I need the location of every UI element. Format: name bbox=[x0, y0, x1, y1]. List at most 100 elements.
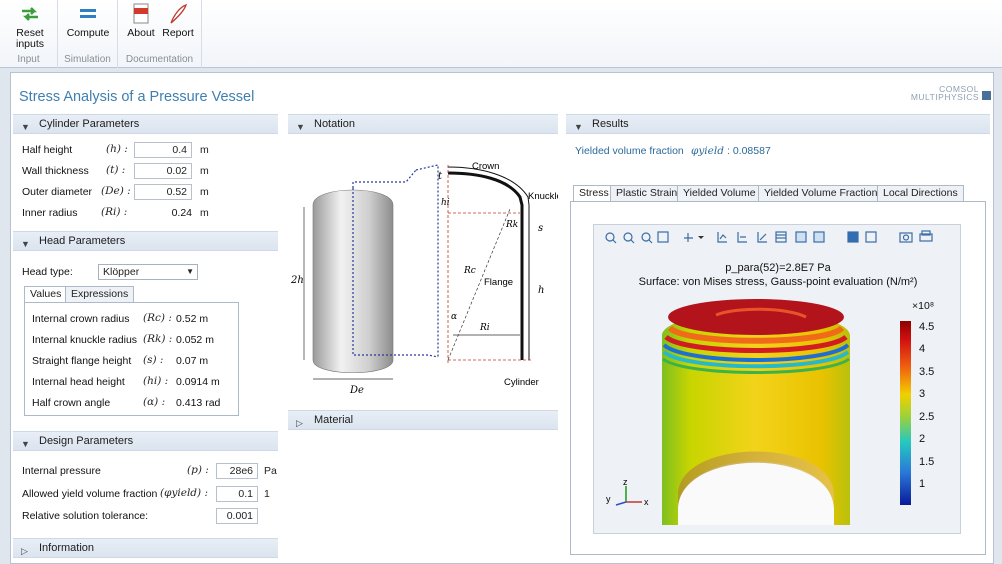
colorbar-tick-6: 1.5 bbox=[919, 456, 935, 468]
results-pane: p_para(52)=2.8E7 Pa Surface: von Mises s… bbox=[570, 201, 986, 555]
notation-diagram: 2h De Crown Knuckle Flange Cylinder t hi… bbox=[288, 135, 562, 405]
tolerance-input[interactable]: 0.001 bbox=[216, 508, 258, 524]
collapse-triangle-icon: ▼ bbox=[296, 122, 305, 132]
ribbon-group-label-documentation: Documentation bbox=[125, 54, 194, 65]
wall-thickness-unit: m bbox=[200, 165, 209, 177]
compute-label: Compute bbox=[66, 27, 110, 39]
ribbon-group-label-input: Input bbox=[17, 54, 40, 65]
outer-diameter-label: Outer diameter bbox=[22, 186, 93, 198]
plot-toolbar[interactable] bbox=[602, 229, 942, 247]
compute-button[interactable]: Compute bbox=[64, 0, 112, 39]
head-height-label: Internal head height bbox=[32, 376, 125, 388]
outer-diameter-unit: m bbox=[200, 186, 209, 198]
pressure-input[interactable]: 28e6 bbox=[216, 463, 258, 479]
wall-thickness-sym: (t) : bbox=[106, 164, 126, 176]
chevron-down-icon: ▼ bbox=[186, 267, 194, 276]
plot-title-1: p_para(52)=2.8E7 Pa bbox=[725, 262, 831, 274]
colorbar-tick-0: 4.5 bbox=[919, 321, 935, 333]
yield-fraction-sym: (φyield) : bbox=[160, 487, 209, 499]
yield-fraction-input[interactable]: 0.1 bbox=[216, 486, 258, 502]
colorbar-tick-2: 3.5 bbox=[919, 366, 935, 378]
crown-angle-value: 0.413 rad bbox=[176, 397, 221, 409]
axis-x-label: x bbox=[644, 497, 649, 507]
outer-diameter-sym: (De) : bbox=[101, 185, 131, 197]
axis-triad: z x y bbox=[606, 478, 649, 507]
ribbon-group-simulation: Compute Simulation bbox=[58, 0, 118, 68]
label-t: t bbox=[438, 171, 443, 182]
head-values-pane: Internal crown radius (Rc) : 0.52 m Inte… bbox=[24, 302, 239, 416]
tab-expressions[interactable]: Expressions bbox=[65, 286, 135, 303]
report-button[interactable]: Report bbox=[160, 0, 196, 39]
label-knuckle: Knuckle bbox=[528, 191, 558, 202]
flange-height-sym: (s) : bbox=[143, 354, 164, 366]
plot-window[interactable]: p_para(52)=2.8E7 Pa Surface: von Mises s… bbox=[593, 224, 961, 534]
collapse-triangle-icon: ▼ bbox=[574, 122, 583, 132]
notation-svg: 2h De Crown Knuckle Flange Cylinder t hi… bbox=[290, 161, 562, 396]
tab-local-directions[interactable]: Local Directions bbox=[877, 185, 964, 202]
colorbar bbox=[900, 321, 911, 505]
stress-surface-plot bbox=[662, 299, 850, 525]
section-information[interactable]: ▷ Information bbox=[13, 538, 278, 558]
ribbon-group-input: Reset inputs Input bbox=[0, 0, 58, 68]
crown-radius-value: 0.52 m bbox=[176, 313, 209, 325]
section-cylinder-parameters[interactable]: ▼ Cylinder Parameters bbox=[13, 114, 278, 134]
half-height-label: Half height bbox=[22, 144, 73, 156]
about-label: About bbox=[127, 27, 155, 39]
outer-diameter-input[interactable]: 0.52 bbox=[134, 184, 192, 200]
section-material[interactable]: ▷ Material bbox=[288, 410, 558, 430]
colorbar-multiplier: ×10⁸ bbox=[912, 300, 935, 312]
label-crown: Crown bbox=[472, 161, 499, 172]
tab-yielded-volume[interactable]: Yielded Volume bbox=[677, 185, 762, 202]
label-Rk: Rk bbox=[505, 220, 518, 230]
tab-yielded-volume-fraction[interactable]: Yielded Volume Fraction bbox=[758, 185, 884, 202]
section-notation[interactable]: ▼ Notation bbox=[288, 114, 558, 134]
label-Ri: Ri bbox=[479, 323, 490, 333]
crown-angle-label: Half crown angle bbox=[32, 397, 111, 409]
tolerance-label: Relative solution tolerance: bbox=[22, 510, 149, 522]
ribbon-group-documentation: About Report Documentation bbox=[118, 0, 202, 68]
reset-inputs-label2: inputs bbox=[15, 38, 45, 50]
pressure-unit: Pa bbox=[264, 465, 277, 477]
comsol-cube-icon bbox=[982, 91, 991, 100]
inner-radius-unit: m bbox=[200, 207, 209, 219]
half-height-unit: m bbox=[200, 144, 209, 156]
axis-z-label: z bbox=[623, 478, 628, 487]
section-results[interactable]: ▼ Results bbox=[566, 114, 990, 134]
wall-thickness-input[interactable]: 0.02 bbox=[134, 163, 192, 179]
tab-values[interactable]: Values bbox=[24, 286, 68, 303]
inner-radius-label: Inner radius bbox=[22, 207, 78, 219]
ribbon-group-label-simulation: Simulation bbox=[64, 54, 111, 65]
head-type-select[interactable]: Klöpper ▼ bbox=[98, 264, 198, 280]
label-cylinder: Cylinder bbox=[504, 377, 539, 388]
yield-fraction-label: Allowed yield volume fraction bbox=[22, 488, 158, 500]
expand-triangle-icon: ▷ bbox=[296, 418, 303, 428]
about-button[interactable]: About bbox=[124, 0, 158, 39]
half-height-input[interactable]: 0.4 bbox=[134, 142, 192, 158]
yielded-fraction-label: Yielded volume fraction bbox=[575, 145, 684, 157]
collapse-triangle-icon: ▼ bbox=[21, 122, 30, 132]
label-alpha: α bbox=[451, 312, 457, 322]
feather-icon bbox=[165, 2, 191, 26]
section-head-parameters[interactable]: ▼ Head Parameters bbox=[13, 231, 278, 251]
pdf-icon bbox=[128, 2, 154, 26]
expand-triangle-icon: ▷ bbox=[21, 546, 28, 556]
compute-icon bbox=[75, 2, 101, 26]
collapse-triangle-icon: ▼ bbox=[21, 239, 30, 249]
app-window: Stress Analysis of a Pressure Vessel COM… bbox=[10, 72, 994, 564]
label-flange: Flange bbox=[484, 277, 513, 288]
section-design-parameters[interactable]: ▼ Design Parameters bbox=[13, 431, 278, 451]
tab-plastic-strain[interactable]: Plastic Strain bbox=[610, 185, 684, 202]
colorbar-tick-5: 2 bbox=[919, 433, 926, 445]
tab-stress[interactable]: Stress bbox=[573, 185, 615, 202]
flange-height-value: 0.07 m bbox=[176, 355, 209, 367]
knuckle-radius-sym: (Rk) : bbox=[143, 333, 173, 345]
knuckle-radius-label: Internal knuckle radius bbox=[32, 334, 138, 346]
inner-radius-value: 0.24 bbox=[171, 207, 192, 219]
app-title: Stress Analysis of a Pressure Vessel bbox=[19, 89, 255, 105]
reset-inputs-button[interactable]: Reset inputs bbox=[8, 0, 52, 50]
crown-radius-label: Internal crown radius bbox=[32, 313, 130, 325]
knuckle-radius-value: 0.052 m bbox=[176, 334, 214, 346]
label-s: s bbox=[538, 223, 543, 234]
crown-radius-sym: (Rc) : bbox=[143, 312, 172, 324]
ribbon: Reset inputs Input Compute Simulation Ab… bbox=[0, 0, 1002, 68]
